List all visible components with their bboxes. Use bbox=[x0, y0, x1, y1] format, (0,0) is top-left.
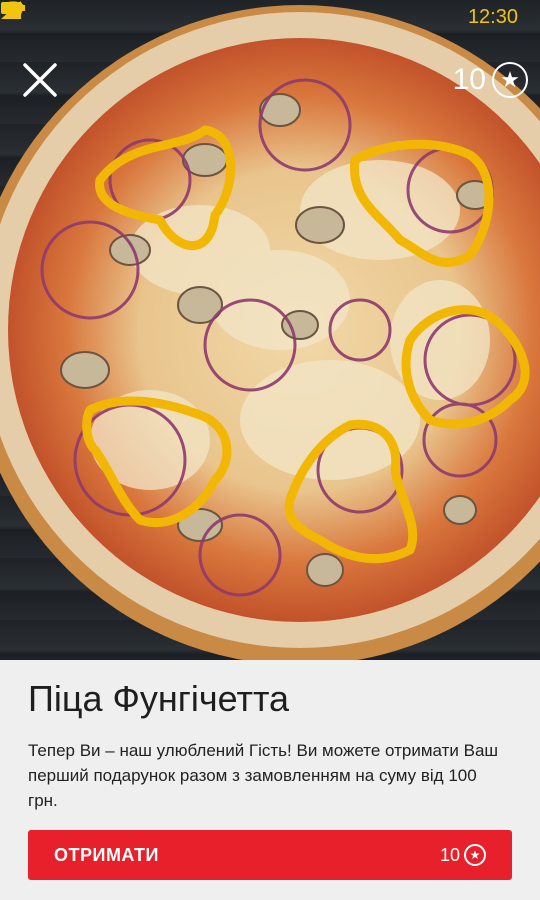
close-icon bbox=[23, 63, 57, 97]
star-icon: ★ bbox=[464, 844, 486, 866]
hero-image: 12:30 10 ★ bbox=[0, 0, 540, 660]
status-bar: 12:30 bbox=[0, 0, 540, 34]
star-icon: ★ bbox=[492, 62, 528, 98]
reward-points-value: 10 bbox=[439, 844, 460, 865]
product-title: Піца Фунгічетта bbox=[28, 678, 290, 719]
product-description: Тепер Ви – наш улюблений Гість! Ви может… bbox=[28, 741, 499, 810]
promo-card: Піца Фунгічетта Тепер Ви – наш улюблений… bbox=[0, 660, 540, 900]
status-time: 12:30 bbox=[467, 5, 518, 28]
reward-points: 10 ★ bbox=[440, 844, 486, 866]
points-value: 10 bbox=[452, 63, 486, 96]
points-balance: 10 ★ bbox=[453, 60, 528, 100]
get-reward-button[interactable]: ОТРИМАТИ 10 ★ bbox=[28, 830, 512, 880]
get-reward-label: ОТРИМАТИ bbox=[54, 844, 159, 865]
close-button[interactable] bbox=[18, 58, 62, 102]
